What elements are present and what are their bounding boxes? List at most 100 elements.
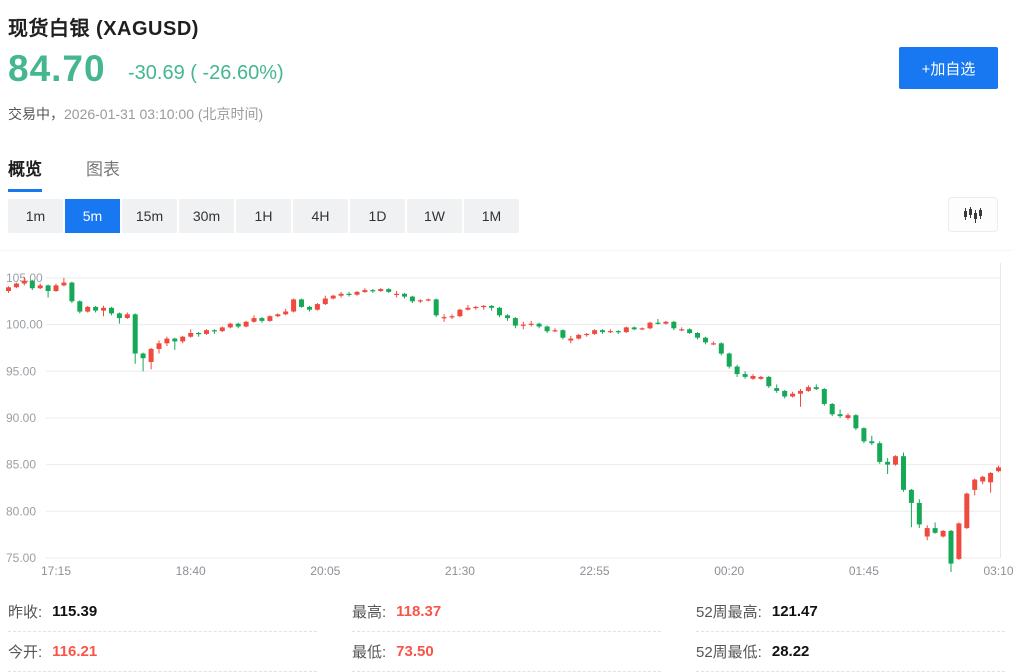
candle — [323, 296, 328, 305]
candle — [244, 321, 249, 328]
candle — [497, 307, 502, 317]
candle — [695, 332, 700, 339]
candle — [679, 327, 684, 331]
timeframe-15m[interactable]: 15m — [122, 199, 177, 233]
candle — [450, 314, 455, 319]
candle — [925, 525, 930, 540]
candle — [61, 278, 66, 286]
candle — [489, 305, 494, 311]
candle — [711, 341, 716, 345]
candle — [885, 458, 890, 474]
tab-overview[interactable]: 概览 — [8, 155, 42, 192]
timeframe-1h[interactable]: 1H — [236, 199, 291, 233]
timeframe-30m[interactable]: 30m — [179, 199, 234, 233]
price-change: -30.69 ( -26.60%) — [128, 62, 284, 85]
stat-label: 52周最低: — [696, 641, 762, 662]
candle — [196, 332, 201, 337]
candle — [576, 334, 581, 340]
candle — [402, 293, 407, 299]
candle — [307, 306, 312, 312]
candle — [814, 384, 819, 390]
candle — [853, 414, 858, 430]
candle — [521, 322, 526, 330]
candle — [125, 313, 130, 320]
stat-item: 52周最低: 28.22 — [696, 632, 1005, 672]
candle — [410, 296, 415, 303]
candle — [719, 342, 724, 355]
add-watchlist-button[interactable]: +加自选 — [899, 47, 998, 89]
candle — [339, 292, 344, 298]
candle — [988, 472, 993, 493]
stat-item: 最高:118.37 — [352, 592, 661, 632]
candle — [85, 306, 90, 313]
stat-label: 最高: — [352, 601, 386, 622]
x-axis-label: 21:30 — [445, 564, 475, 578]
candle — [790, 392, 795, 398]
candle — [426, 299, 431, 302]
quote-page: 现货白银 (XAGUSD) +加自选 84.70 -30.69 ( -26.60… — [0, 0, 1013, 672]
candlestick-chart[interactable]: 105.00100.0095.0090.0085.0080.0075.00 17… — [0, 250, 1013, 585]
stat-value: 73.50 — [396, 643, 434, 660]
candle — [822, 388, 827, 406]
candle — [347, 292, 352, 297]
candle — [117, 313, 122, 324]
candle — [751, 374, 756, 380]
candle — [671, 321, 676, 330]
candle — [362, 288, 367, 293]
candle — [972, 479, 977, 496]
candle — [917, 499, 922, 528]
stat-label: 最低: — [352, 641, 386, 662]
timeframe-4h[interactable]: 4H — [293, 199, 348, 233]
stats-grid: 昨收:115.39最高:118.3752周最高:121.47今开:116.21最… — [8, 592, 1005, 672]
svg-text:100.00: 100.00 — [6, 318, 43, 332]
trading-status: 交易中， — [8, 106, 64, 122]
candle — [774, 384, 779, 392]
candle — [291, 299, 296, 313]
candle — [933, 523, 938, 534]
current-price: 84.70 — [8, 48, 106, 90]
candle — [465, 305, 470, 311]
svg-text:75.00: 75.00 — [6, 551, 36, 565]
stat-item: 最低: 73.50 — [352, 632, 661, 672]
candle — [220, 327, 225, 333]
candle — [727, 353, 732, 369]
x-axis-label: 20:05 — [310, 564, 340, 578]
candle — [259, 317, 264, 323]
candle — [861, 427, 866, 443]
candle — [77, 300, 82, 313]
candle — [93, 306, 98, 313]
timeframe-1w[interactable]: 1W — [407, 199, 462, 233]
candle — [743, 371, 748, 379]
stat-item: 52周最高:121.47 — [696, 592, 1005, 632]
candle — [394, 291, 399, 298]
candle — [30, 280, 35, 290]
candle — [481, 305, 486, 310]
candle — [505, 314, 510, 321]
candle — [956, 523, 961, 560]
candle — [648, 322, 653, 330]
candle — [782, 390, 787, 398]
stat-label: 52周最高: — [696, 601, 762, 622]
candle — [172, 338, 177, 350]
timeframe-1d[interactable]: 1D — [350, 199, 405, 233]
candle — [830, 403, 835, 416]
candle — [545, 326, 550, 334]
chart-canvas[interactable]: 105.00100.0095.0090.0085.0080.0075.00 — [0, 263, 1013, 585]
stat-label: 今开: — [8, 641, 42, 662]
candle — [141, 353, 146, 372]
candle — [228, 323, 233, 329]
tab-chart[interactable]: 图表 — [86, 155, 120, 192]
timeframe-1m[interactable]: 1m — [8, 199, 63, 233]
timeframe-5m[interactable]: 5m — [65, 199, 120, 233]
candle — [687, 328, 692, 334]
candle — [941, 530, 946, 537]
stat-value: 28.22 — [772, 643, 810, 660]
candle — [315, 303, 320, 311]
chart-type-button[interactable] — [948, 197, 998, 232]
x-axis-label: 22:55 — [580, 564, 610, 578]
candle — [355, 291, 360, 296]
candle — [529, 321, 534, 327]
candle — [846, 413, 851, 420]
candle — [370, 289, 375, 293]
timeframe-1m[interactable]: 1M — [464, 199, 519, 233]
